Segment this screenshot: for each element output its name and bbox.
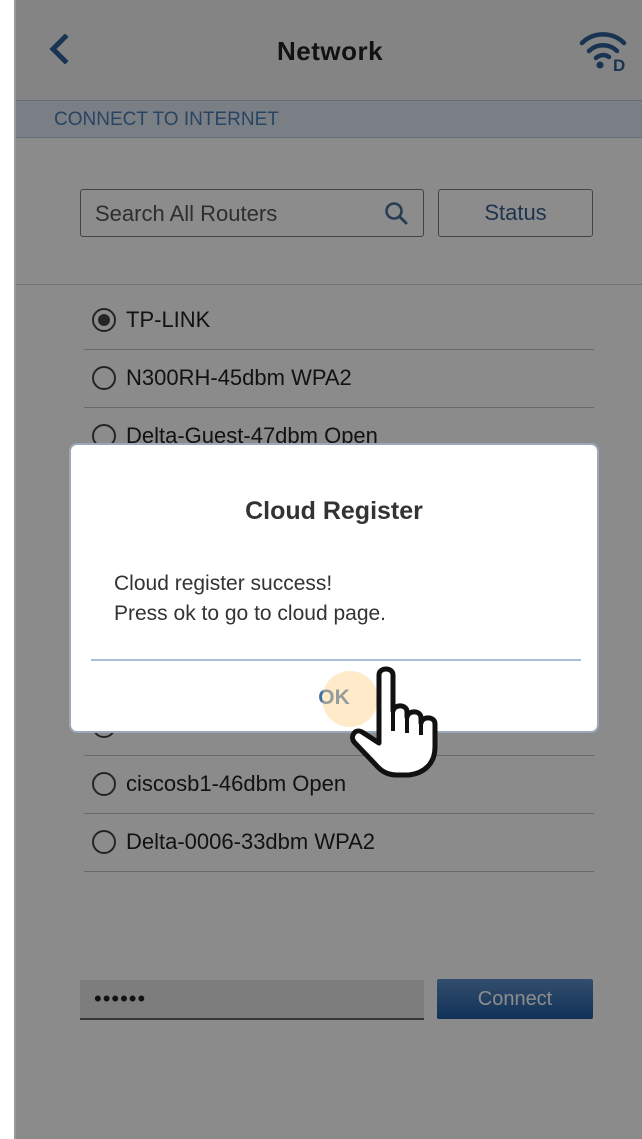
dialog-title: Cloud Register: [245, 497, 423, 525]
dialog-message: Cloud register success! Press ok to go t…: [114, 569, 574, 629]
dialog-message-line: Press ok to go to cloud page.: [114, 602, 387, 625]
dialog-divider: [91, 659, 581, 661]
phone-screen: Network D CONNECT TO INTERNET Search All…: [14, 0, 642, 1139]
pointing-hand-icon: [350, 666, 438, 778]
dialog-message-line: Cloud register success!: [114, 572, 333, 595]
